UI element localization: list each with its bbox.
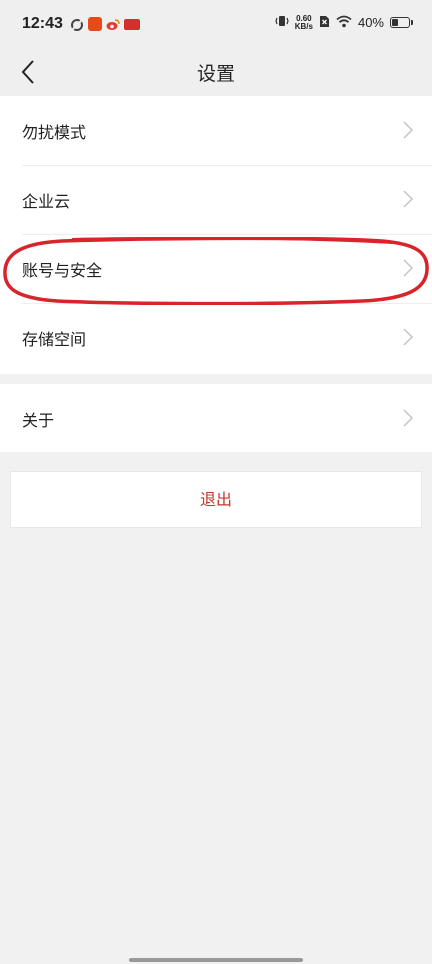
settings-item-label: 企业云 bbox=[22, 192, 71, 211]
settings-item-label: 账号与安全 bbox=[22, 261, 103, 280]
settings-group-main: 勿扰模式 企业云 账号与安全 存储空间 bbox=[0, 96, 432, 374]
battery-level bbox=[392, 19, 398, 26]
sync-app-icon bbox=[70, 17, 84, 31]
battery-icon bbox=[390, 17, 413, 28]
settings-item-about[interactable]: 关于 bbox=[0, 384, 432, 453]
logout-button[interactable]: 退出 bbox=[10, 471, 422, 528]
sim-off-icon bbox=[319, 15, 330, 31]
settings-item-label: 勿扰模式 bbox=[22, 123, 87, 142]
settings-group-about: 关于 bbox=[0, 384, 432, 452]
vibrate-icon bbox=[275, 14, 289, 31]
settings-item-storage[interactable]: 存储空间 bbox=[0, 303, 432, 372]
battery-percent: 40% bbox=[357, 15, 384, 30]
network-speed-unit: KB/s bbox=[294, 21, 313, 31]
settings-item-account-security[interactable]: 账号与安全 bbox=[0, 234, 432, 303]
status-bar: 12:43 0.60 KB/s 40% bbox=[0, 0, 432, 50]
wifi-icon bbox=[336, 15, 352, 31]
settings-item-do-not-disturb[interactable]: 勿扰模式 bbox=[0, 96, 432, 165]
chevron-right-icon bbox=[403, 328, 414, 346]
network-speed: 0.60 KB/s bbox=[294, 14, 313, 31]
system-status-icons: 0.60 KB/s 40% bbox=[275, 14, 413, 31]
home-indicator[interactable] bbox=[129, 958, 303, 962]
notification-icons bbox=[70, 17, 140, 31]
weibo-icon bbox=[106, 17, 120, 31]
settings-item-label: 关于 bbox=[22, 411, 55, 430]
chevron-right-icon bbox=[403, 121, 414, 139]
status-time: 12:43 bbox=[22, 15, 63, 32]
chevron-right-icon bbox=[403, 259, 414, 277]
navigation-header: 设置 bbox=[0, 50, 432, 95]
settings-item-enterprise-cloud[interactable]: 企业云 bbox=[0, 165, 432, 234]
news-app-icon bbox=[124, 18, 140, 30]
page-title: 设置 bbox=[196, 63, 235, 85]
red-app-icon bbox=[88, 17, 102, 31]
chevron-right-icon bbox=[403, 409, 414, 427]
chevron-right-icon bbox=[403, 190, 414, 208]
battery-tip bbox=[411, 20, 413, 25]
settings-item-label: 存储空间 bbox=[22, 330, 87, 349]
